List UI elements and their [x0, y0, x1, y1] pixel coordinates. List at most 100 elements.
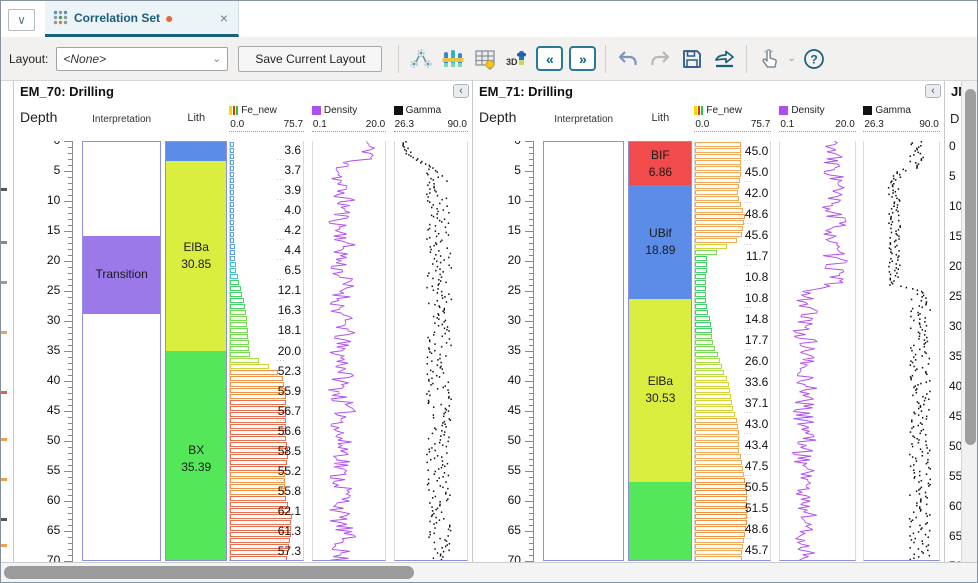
curve-header-density: Density0.120.0 [779, 105, 855, 132]
redo-button[interactable] [644, 44, 676, 74]
touch-mode-dropdown-icon[interactable]: ⌄ [787, 53, 795, 64]
curve-header-name-row: Density [779, 105, 824, 116]
fe-gap-dots: ... [738, 450, 758, 457]
undo-button[interactable] [612, 44, 644, 74]
lith-track-block[interactable]: ElBa30.53 [629, 299, 691, 481]
depth-label: 40 [20, 373, 60, 387]
gamma-track[interactable] [394, 141, 468, 561]
depth-tick [529, 147, 533, 148]
partial-panel-mark [1, 544, 7, 547]
depth-tick [529, 165, 533, 166]
tab-list-dropdown-button[interactable]: ∨ [8, 9, 35, 31]
gamma-track[interactable] [863, 141, 939, 561]
column-header-depth: Depth [20, 109, 57, 125]
fe-bar [695, 328, 711, 333]
correlation-network-button[interactable] [405, 44, 437, 74]
depth-label: 55 [481, 463, 521, 477]
depth-tick [525, 411, 533, 412]
partial-panel-mark [1, 281, 7, 284]
fe-gap-dots: ... [271, 335, 291, 342]
depth-tick [68, 525, 72, 526]
depth-tick [529, 279, 533, 280]
vertical-scrollbar[interactable] [961, 81, 978, 562]
depth-tick [529, 237, 533, 238]
depth-label: 65 [949, 529, 961, 543]
interpretation-track[interactable]: Transition [82, 141, 160, 561]
interpretation-track[interactable] [543, 141, 624, 561]
curve-max: 90.0 [447, 119, 466, 130]
lith-track-block[interactable]: BIF6.86 [629, 142, 691, 185]
export-button[interactable] [708, 44, 740, 74]
fe-color-stripe [694, 106, 696, 115]
lith-track-block[interactable]: ElBa30.85 [166, 161, 226, 351]
fe-gap-dots: ... [738, 261, 758, 268]
layout-label: Layout: [9, 52, 48, 66]
tab-bar: ∨ Correlation Set ● × [1, 1, 977, 37]
curve-name: Density [324, 105, 357, 116]
lith-track-block[interactable]: UBif18.89 [629, 185, 691, 299]
depth-tick [529, 333, 533, 334]
horizontal-scrollbar-thumb[interactable] [4, 566, 414, 579]
fe-gap-dots: ... [738, 198, 758, 205]
fe-gap-dots: ... [738, 156, 758, 163]
depth-tick [68, 315, 72, 316]
depth-tick [529, 483, 533, 484]
layout-select[interactable]: <None> ⌄ [56, 47, 228, 71]
depth-tick [525, 141, 533, 142]
curve-name: Gamma [875, 105, 911, 116]
lith-track[interactable]: ElBa30.85BX35.39 [165, 141, 227, 561]
fe-bar [230, 178, 234, 183]
lith-track[interactable]: BIF6.86UBif18.89ElBa30.53 [628, 141, 692, 561]
touch-mode-button[interactable] [753, 44, 785, 74]
save-current-layout-button[interactable]: Save Current Layout [238, 46, 382, 72]
depth-label: 0 [481, 141, 521, 147]
depth-label: 5 [20, 163, 60, 177]
fe-bar [230, 310, 246, 315]
fe-bar [230, 232, 234, 237]
panel-collapse-button[interactable]: ‹ [925, 84, 941, 98]
panel-jm: JMD0510152025303540455055606570 [944, 81, 961, 562]
table-lightbulb-button[interactable] [469, 44, 501, 74]
density-track[interactable] [312, 141, 386, 561]
horizontal-scrollbar[interactable] [1, 562, 978, 582]
save-button[interactable] [676, 44, 708, 74]
depth-tick [525, 291, 533, 292]
fe-gap-dots: ... [271, 436, 291, 443]
help-button[interactable]: ? [798, 44, 830, 74]
lith-track-block[interactable] [166, 142, 226, 161]
3d-view-button[interactable]: 3D [501, 44, 533, 74]
depth-label: 5 [949, 169, 956, 183]
curve-header-density: Density0.120.0 [312, 105, 386, 132]
fe-gap-dots: ... [271, 516, 291, 523]
depth-tick [68, 195, 72, 196]
depth-tick [529, 363, 533, 364]
fe-bar [230, 322, 247, 327]
depth-tick [68, 279, 72, 280]
depth-tick [529, 417, 533, 418]
fe-bar [695, 454, 740, 459]
panel-collapse-button[interactable]: ‹ [453, 84, 469, 98]
scroll-right-button[interactable]: » [569, 46, 596, 71]
tab-correlation-set[interactable]: Correlation Set ● × [45, 1, 239, 37]
toolbar-separator [398, 45, 399, 73]
depth-tick [529, 267, 533, 268]
drillholes-button[interactable] [437, 44, 469, 74]
lith-track-block[interactable] [629, 482, 691, 561]
tab-close-icon[interactable]: × [218, 10, 230, 26]
fe-track[interactable]: 3.6...3.7...3.9...4.0...4.2...4.4...6.5.… [229, 141, 304, 561]
density-track[interactable] [779, 141, 855, 561]
depth-tick [529, 357, 533, 358]
scroll-left-button[interactable]: « [536, 46, 563, 71]
depth-tick [525, 231, 533, 232]
fe-gap-dots: ... [738, 471, 758, 478]
interpretation-track-block[interactable]: Transition [83, 236, 159, 315]
curve-max: 20.0 [366, 119, 385, 130]
fe-bar [695, 310, 708, 315]
fe-bar [695, 400, 732, 405]
lith-track-block[interactable]: BX35.39 [166, 351, 226, 561]
vertical-scrollbar-thumb[interactable] [965, 89, 976, 445]
depth-tick [525, 531, 533, 532]
fe-bar [230, 238, 234, 243]
depth-tick [68, 177, 72, 178]
fe-track[interactable]: 45.0...45.0...42.0...48.6...45.6...11.7.… [694, 141, 771, 561]
